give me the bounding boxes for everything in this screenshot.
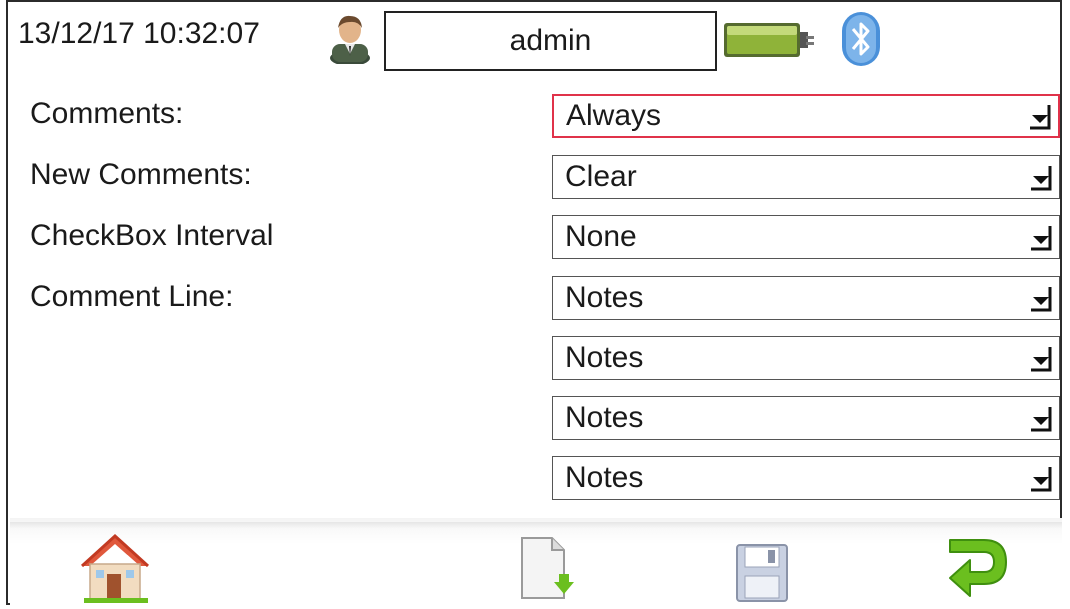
- return-arrow-icon: [949, 539, 1007, 597]
- export-file-icon: [521, 537, 574, 599]
- comment-line-select-3[interactable]: Notes: [552, 396, 1060, 440]
- export-button[interactable]: [518, 534, 578, 604]
- app-window: 13/12/17 10:32:07 admin Comments: Always…: [6, 0, 1062, 605]
- bluetooth-icon: [840, 10, 882, 68]
- save-disk-icon: [736, 544, 788, 602]
- new-comments-select[interactable]: Clear: [552, 155, 1060, 199]
- comment-line-select-value: Notes: [565, 341, 644, 374]
- comments-select[interactable]: Always: [552, 94, 1060, 138]
- username-field[interactable]: admin: [384, 11, 717, 71]
- datetime-display: 13/12/17 10:32:07: [18, 17, 260, 50]
- chevron-down-icon[interactable]: [1023, 397, 1059, 439]
- comment-line-label: Comment Line:: [30, 280, 234, 313]
- comment-line-select-2[interactable]: Notes: [552, 336, 1060, 380]
- comment-line-select-value: Notes: [565, 281, 644, 314]
- home-icon: [80, 533, 150, 603]
- chevron-down-icon[interactable]: [1023, 216, 1059, 258]
- checkbox-interval-select[interactable]: None: [552, 215, 1060, 259]
- new-comments-select-value: Clear: [565, 160, 637, 193]
- chevron-down-icon[interactable]: [1023, 457, 1059, 499]
- home-button[interactable]: [74, 530, 156, 604]
- checkbox-interval-label: CheckBox Interval: [30, 219, 274, 252]
- comments-label: Comments:: [30, 97, 184, 130]
- comment-line-select-1[interactable]: Notes: [552, 276, 1060, 320]
- chevron-down-icon[interactable]: [1022, 96, 1058, 136]
- comment-line-select-value: Notes: [565, 401, 644, 434]
- comment-line-select-4[interactable]: Notes: [552, 456, 1060, 500]
- comments-select-value: Always: [566, 99, 662, 132]
- comment-line-select-value: Notes: [565, 461, 644, 494]
- back-button[interactable]: [944, 532, 1012, 604]
- checkbox-interval-select-value: None: [565, 220, 637, 253]
- new-comments-label: New Comments:: [30, 158, 252, 191]
- battery-charging-icon: [722, 19, 816, 61]
- chevron-down-icon[interactable]: [1023, 337, 1059, 379]
- chevron-down-icon[interactable]: [1023, 156, 1059, 198]
- user-avatar-icon: [328, 12, 372, 66]
- toolbar-divider: [10, 522, 1062, 528]
- chevron-down-icon[interactable]: [1023, 277, 1059, 319]
- save-button[interactable]: [734, 542, 790, 604]
